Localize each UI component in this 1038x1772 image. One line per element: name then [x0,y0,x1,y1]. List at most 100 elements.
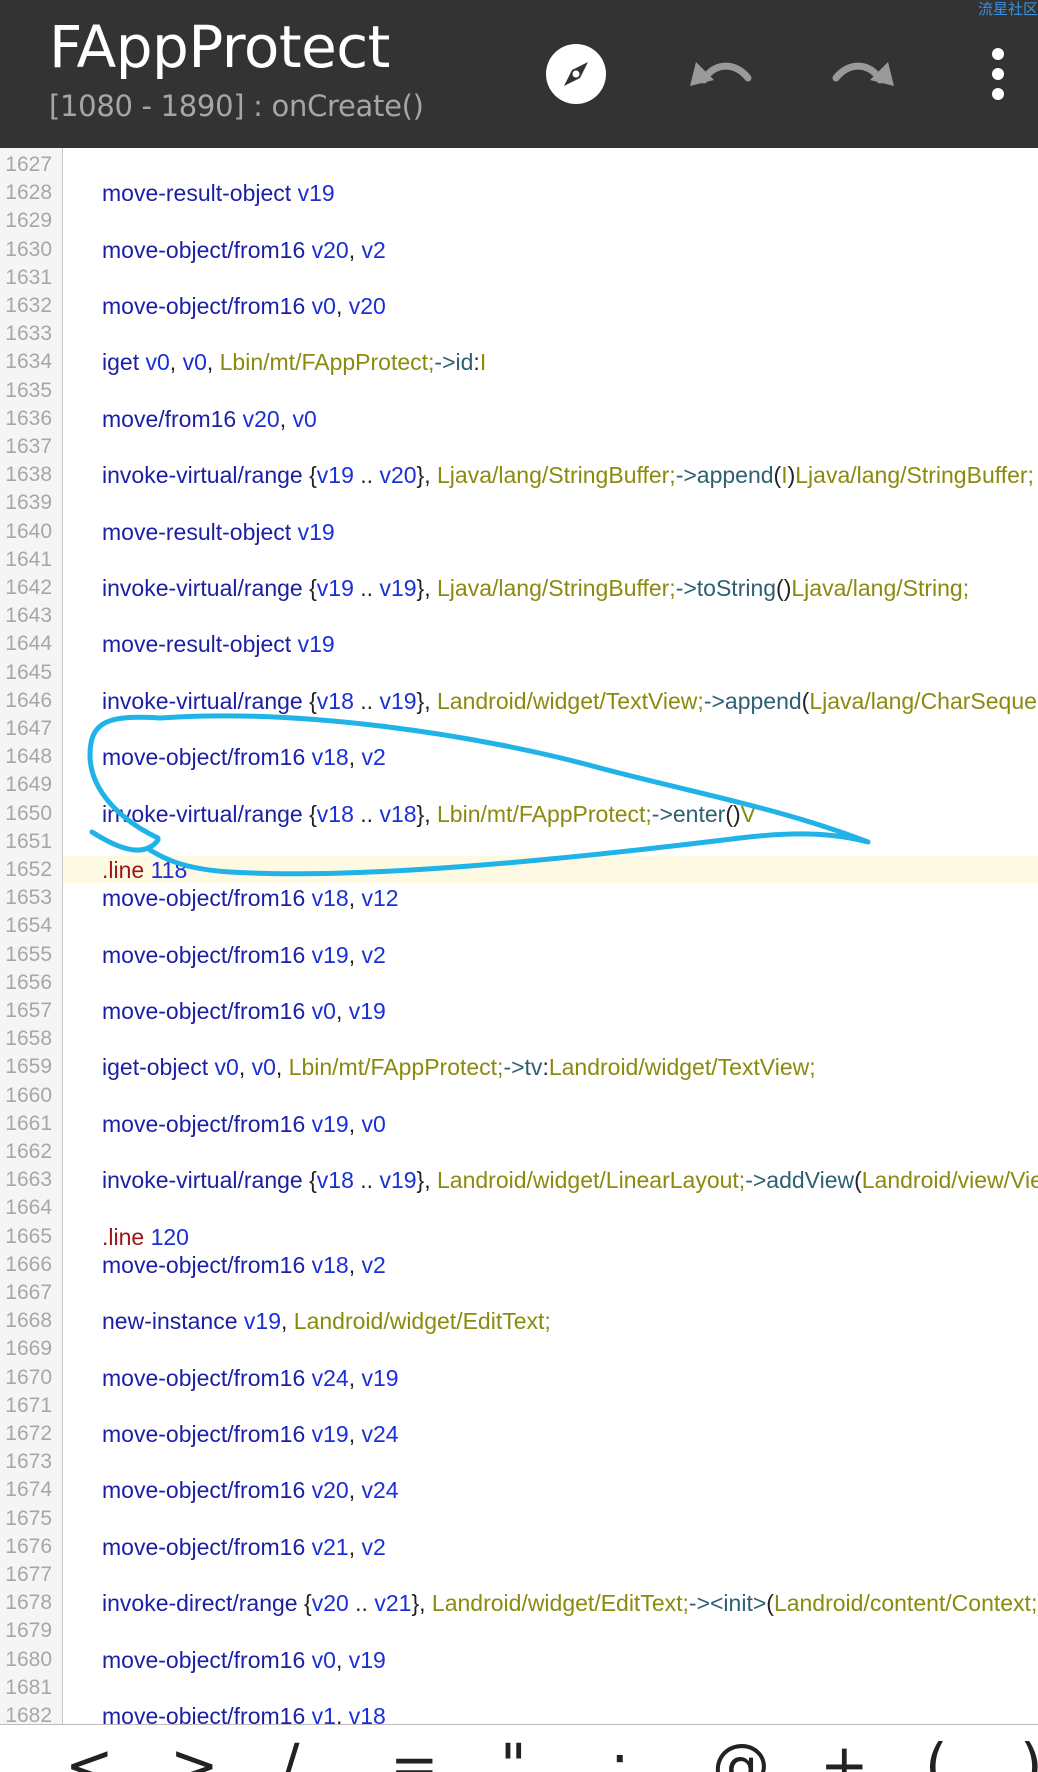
code-text: new-instance v19, Landroid/widget/EditTe… [102,1307,551,1335]
code-line: 1663 invoke-virtual/range {v18 .. v19}, L… [0,1166,1038,1194]
code-text: invoke-virtual/range {v19 .. v20}, Ljava… [102,461,1034,489]
code-line: 1649 [0,771,1038,799]
code-line: 1666 move-object/from16 v18, v2 [0,1251,1038,1279]
code-token: v19 [311,1421,349,1447]
code-token: <init> [710,1590,767,1617]
line-number: 1635 [5,378,52,402]
code-token: -> [434,349,456,376]
code-token: .line [102,1223,151,1250]
code-line: 1662 [0,1138,1038,1166]
code-token: Landroid/widget/EditText; [431,1590,689,1617]
code-token: .line [102,857,151,883]
code-token: , [335,1646,349,1673]
code-token: Ljava/lang/StringBuffer; [437,575,676,601]
code-token: , [348,941,362,968]
overflow-menu-button[interactable] [968,34,1028,114]
code-token: { [309,462,317,489]
line-number: 1671 [5,1393,52,1417]
code-token: v24 [361,1421,399,1447]
code-line: 1630 move-object/from16 v20, v2 [0,236,1038,264]
code-token: , [335,1703,349,1724]
undo-button[interactable] [680,34,760,114]
line-number: 1676 [5,1534,52,1558]
line-number: 1628 [5,181,52,205]
symbol-key[interactable]: " [500,1735,527,1772]
symbol-key[interactable]: : [610,1735,630,1772]
code-token: v24 [361,1477,399,1504]
symbol-key[interactable]: ( [925,1735,948,1772]
code-line: 1638 invoke-virtual/range {v19 .. v20}, L… [0,461,1038,489]
symbol-key[interactable]: < [65,1735,114,1772]
code-token: , [348,1251,362,1278]
code-token: v1 [311,1703,336,1724]
line-number: 1679 [5,1619,52,1643]
symbol-key[interactable]: ) [1020,1735,1038,1772]
code-text: invoke-virtual/range {v19 .. v19}, Ljava… [102,574,969,602]
code-token: move-object/from16 [102,744,312,771]
code-line: 1671 [0,1392,1038,1420]
line-number: 1666 [5,1252,52,1276]
code-token: , [348,744,362,771]
code-token: v19 [297,518,335,545]
code-token: { [304,1590,312,1617]
code-text: move-object/from16 v1, v18 [102,1702,386,1724]
code-token: }, [416,800,438,827]
code-line: 1629 [0,207,1038,235]
code-token: .. [353,800,380,827]
navigate-button[interactable] [536,34,616,114]
line-number: 1660 [5,1083,52,1107]
redo-button[interactable] [824,34,904,114]
code-line: 1677 [0,1561,1038,1589]
code-token: , [275,1054,289,1081]
code-line: 1651 [0,828,1038,856]
code-token: ( [766,1590,774,1617]
code-token: , [348,1421,362,1447]
code-token: , [238,1054,252,1081]
symbol-key[interactable]: > [170,1735,219,1772]
symbol-key[interactable]: / [280,1735,300,1772]
compass-icon [546,44,606,104]
code-token: -> [675,462,697,489]
code-line: 1642 invoke-virtual/range {v19 .. v19}, L… [0,574,1038,602]
code-token: Landroid/widget/TextView; [548,1054,816,1081]
symbol-key-bar: < > / = ": @ + () [0,1724,1038,1772]
code-token: move-object/from16 [102,1477,312,1504]
code-token: new-instance [102,1308,244,1335]
line-number: 1644 [5,632,52,656]
line-number: 1630 [5,237,52,261]
line-number: 1681 [5,1675,52,1699]
code-token: v19 [243,1308,282,1335]
code-token: move-object/from16 [102,293,312,319]
redo-icon [832,62,894,86]
code-token: tv [524,1054,543,1081]
line-number: 1682 [5,1704,52,1724]
code-token: , [335,293,349,319]
symbol-key[interactable]: @ [712,1735,770,1772]
code-token: Ljava/lang/StringBuffer; [437,462,676,489]
code-editor[interactable]: 1627 1628 move-result-object v19 1629 1630 mo… [0,148,1038,1724]
symbol-key[interactable]: = [390,1735,439,1772]
code-line: 1675 [0,1505,1038,1533]
line-number: 1656 [5,970,52,994]
line-number: 1627 [5,153,52,176]
symbol-key[interactable]: + [820,1735,869,1772]
line-number: 1645 [5,660,52,684]
code-token: v19 [316,575,354,601]
line-number: 1663 [5,1168,52,1192]
code-line: 1643 [0,602,1038,630]
code-line: 1628 move-result-object v19 [0,179,1038,207]
more-vert-icon [992,48,1004,100]
code-token: -> [688,1590,710,1617]
code-token: id [455,349,474,376]
line-number: 1637 [5,435,52,458]
code-line: 1634 iget v0, v0, Lbin/mt/FAppProtect;->i… [0,348,1038,376]
code-token: { [309,687,317,714]
code-text: move-object/from16 v18, v12 [102,884,399,912]
code-token: move-object/from16 [102,1703,312,1724]
code-line: 1661 move-object/from16 v19, v0 [0,1110,1038,1138]
code-line: 1665 .line 120 [0,1223,1038,1251]
line-number: 1665 [5,1224,52,1248]
code-line: 1641 [0,546,1038,574]
app-toolbar: FAppProtect [1080 - 1890] : onCreate() 流… [0,0,1038,148]
code-token: .. [353,575,380,601]
